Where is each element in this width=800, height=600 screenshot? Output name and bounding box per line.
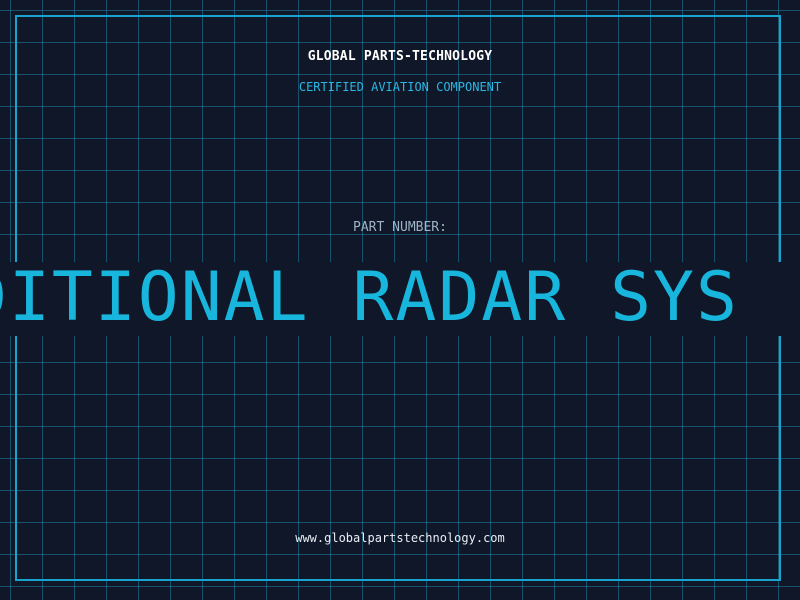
website-url: www.globalpartstechnology.com: [295, 531, 505, 545]
part-number-banner: DITIONAL RADAR SYS: [0, 262, 800, 336]
part-number-label: PART NUMBER:: [353, 220, 447, 235]
part-number-value: DITIONAL RADAR SYS: [0, 262, 739, 336]
part-display-screen: GLOBAL PARTS-TECHNOLOGY CERTIFIED AVIATI…: [0, 0, 800, 600]
certification-tagline: CERTIFIED AVIATION COMPONENT: [298, 80, 502, 94]
company-name: GLOBAL PARTS-TECHNOLOGY: [307, 49, 493, 64]
